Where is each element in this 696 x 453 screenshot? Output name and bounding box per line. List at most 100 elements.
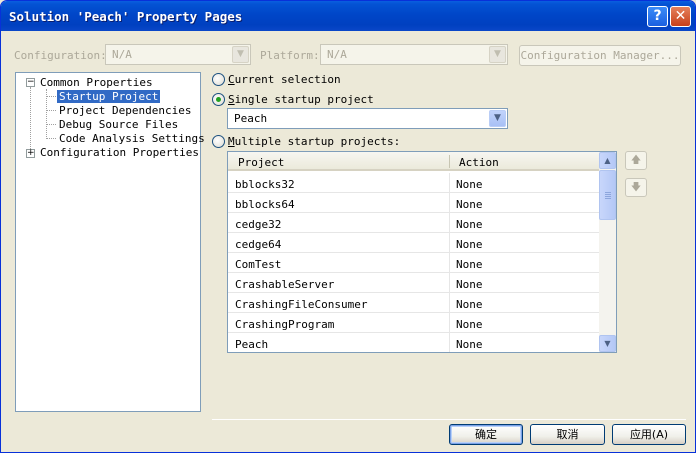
multiple-startup-accesskey: M xyxy=(228,135,235,148)
up-arrow-icon: 🡅 xyxy=(630,155,642,166)
move-down-button[interactable]: 🡇 xyxy=(625,178,647,197)
project-cell: cedge64 xyxy=(235,238,282,251)
current-selection-label[interactable]: Current selection xyxy=(228,73,341,86)
configuration-value: N/A xyxy=(112,48,132,61)
action-cell[interactable]: None xyxy=(456,238,483,251)
cell-separator xyxy=(449,273,450,293)
chevron-down-icon: ▼ xyxy=(232,46,249,63)
action-cell[interactable]: None xyxy=(456,218,483,231)
cell-separator xyxy=(449,333,450,352)
help-icon[interactable]: ? xyxy=(647,6,668,27)
table-row[interactable]: cedge64 None xyxy=(228,233,600,253)
table-row[interactable]: CrashableServer None xyxy=(228,273,600,293)
single-startup-label[interactable]: Single startup project xyxy=(228,93,374,106)
vertical-scrollbar[interactable]: ▲ ▼ xyxy=(599,152,616,352)
down-arrow-icon: 🡇 xyxy=(630,182,642,193)
column-header-action[interactable]: Action xyxy=(459,156,499,169)
action-cell[interactable]: None xyxy=(456,338,483,351)
title-bar[interactable]: Solution 'Peach' Property Pages ? ✕ xyxy=(1,1,695,31)
project-cell: CrashingFileConsumer xyxy=(235,298,368,311)
startup-project-dropdown[interactable]: Peach ▼ xyxy=(227,108,508,129)
tree-item-common-properties[interactable]: Common Properties xyxy=(40,76,153,89)
table-row[interactable]: Peach None xyxy=(228,333,600,352)
action-cell[interactable]: None xyxy=(456,258,483,271)
cell-separator xyxy=(449,193,450,213)
platform-value: N/A xyxy=(327,48,347,61)
configuration-label: Configuration: xyxy=(14,49,107,62)
action-cell[interactable]: None xyxy=(456,198,483,211)
table-row[interactable]: cedge32 None xyxy=(228,213,600,233)
configuration-manager-button[interactable]: Configuration Manager... xyxy=(519,45,681,66)
action-cell[interactable]: None xyxy=(456,278,483,291)
table-row[interactable]: CrashingProgram None xyxy=(228,313,600,333)
tree-item-code-analysis-settings[interactable]: Code Analysis Settings xyxy=(59,132,205,145)
cell-separator xyxy=(449,233,450,253)
cell-separator xyxy=(449,293,450,313)
cell-separator xyxy=(449,253,450,273)
collapse-icon[interactable]: − xyxy=(26,78,35,87)
table-row[interactable]: ComTest None xyxy=(228,253,600,273)
grip-line xyxy=(605,198,611,199)
scroll-down-icon[interactable]: ▼ xyxy=(599,335,616,352)
close-icon[interactable]: ✕ xyxy=(670,6,691,27)
action-cell[interactable]: None xyxy=(456,298,483,311)
table-row[interactable]: bblocks32 None xyxy=(228,173,600,193)
single-startup-text: ingle startup project xyxy=(234,93,374,106)
tree-item-project-dependencies[interactable]: Project Dependencies xyxy=(59,104,191,117)
scroll-thumb[interactable] xyxy=(599,170,616,220)
cell-separator xyxy=(449,173,450,193)
multiple-startup-text: ultiple startup projects: xyxy=(234,135,401,148)
tree-line xyxy=(46,124,56,125)
project-cell: Peach xyxy=(235,338,269,351)
table-row[interactable]: CrashingFileConsumer None xyxy=(228,293,600,313)
project-cell: CrashingProgram xyxy=(235,318,335,331)
action-cell[interactable]: None xyxy=(456,318,483,331)
divider xyxy=(212,419,686,420)
grip-line xyxy=(605,192,611,193)
startup-project-value: Peach xyxy=(234,112,268,125)
single-startup-radio[interactable] xyxy=(212,93,225,106)
project-cell: cedge32 xyxy=(235,218,282,231)
multiple-startup-label[interactable]: Multiple startup projects: xyxy=(228,135,400,148)
platform-dropdown[interactable]: N/A ▼ xyxy=(320,44,508,65)
expand-icon[interactable]: + xyxy=(26,149,35,158)
tree-line xyxy=(46,138,56,139)
current-selection-radio[interactable] xyxy=(212,73,225,86)
scroll-up-icon[interactable]: ▲ xyxy=(599,152,616,169)
chevron-down-icon: ▼ xyxy=(489,110,506,127)
column-header-project[interactable]: Project xyxy=(238,156,284,169)
column-separator[interactable] xyxy=(449,155,450,168)
project-cell: CrashableServer xyxy=(235,278,335,291)
cancel-button[interactable]: 取消 xyxy=(530,424,605,445)
multiple-startup-radio[interactable] xyxy=(212,135,225,148)
ok-button[interactable]: 确定 xyxy=(449,424,523,445)
tree-item-configuration-properties[interactable]: Configuration Properties xyxy=(40,146,199,159)
move-up-button[interactable]: 🡅 xyxy=(625,151,647,170)
grip-line xyxy=(605,194,611,195)
startup-projects-grid[interactable]: Project Action bblocks32 None bblocks64 Non… xyxy=(227,151,617,353)
tree-line xyxy=(46,110,56,111)
window-title: Solution 'Peach' Property Pages xyxy=(9,9,243,24)
platform-label: Platform: xyxy=(260,49,320,62)
grid-header: Project Action xyxy=(228,152,600,171)
cell-separator xyxy=(449,213,450,233)
tree-line xyxy=(46,96,56,97)
current-selection-accesskey: C xyxy=(228,73,235,86)
project-cell: bblocks64 xyxy=(235,198,295,211)
tree-item-debug-source-files[interactable]: Debug Source Files xyxy=(59,118,178,131)
configuration-dropdown[interactable]: N/A ▼ xyxy=(105,44,251,65)
cell-separator xyxy=(449,313,450,333)
action-cell[interactable]: None xyxy=(456,178,483,191)
property-tree[interactable]: − Common Properties Startup Project Proj… xyxy=(15,72,205,412)
radio-dot xyxy=(216,97,221,102)
apply-button[interactable]: 应用(A) xyxy=(612,424,686,445)
current-selection-text: urrent selection xyxy=(234,73,341,86)
table-row[interactable]: bblocks64 None xyxy=(228,193,600,213)
project-cell: bblocks32 xyxy=(235,178,295,191)
chevron-down-icon: ▼ xyxy=(489,46,506,63)
single-startup-accesskey: S xyxy=(228,93,235,106)
tree-item-startup-project[interactable]: Startup Project xyxy=(57,90,161,103)
project-cell: ComTest xyxy=(235,258,282,271)
property-pages-window: Solution 'Peach' Property Pages ? ✕ Conf… xyxy=(0,0,696,453)
grip-line xyxy=(605,196,611,197)
